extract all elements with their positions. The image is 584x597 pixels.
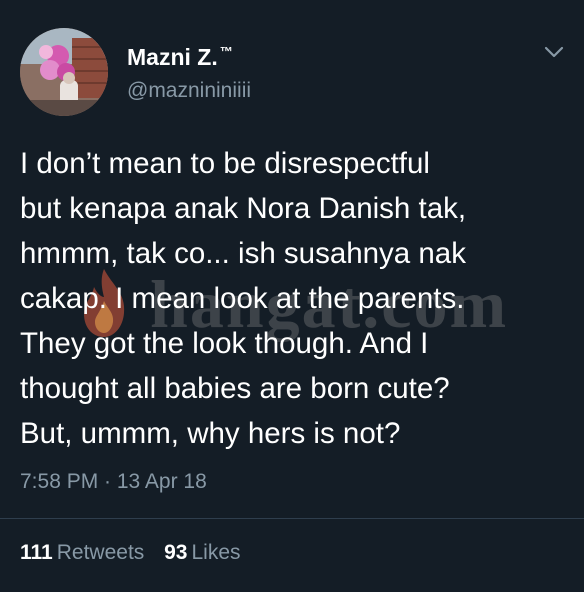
likes-stat[interactable]: 93 Likes [164, 541, 240, 565]
retweets-count: 111 [20, 541, 53, 564]
tweet-text-line: cakap. I mean look at the parents. [20, 282, 465, 315]
tweet-text-line: hmmm, tak co... ish susahnya nak [20, 237, 466, 270]
tweet-text-line: thought all babies are born cute? [20, 372, 450, 405]
retweets-stat[interactable]: 111 Retweets [20, 541, 144, 565]
likes-label: Likes [191, 541, 241, 564]
likes-count: 93 [164, 541, 188, 564]
bottom-edge [0, 592, 584, 597]
tweet-text-line: But, ummm, why hers is not? [20, 417, 401, 450]
tweet-text: I don’t mean to be disrespectful but ken… [20, 141, 580, 456]
trademark-badge: ™ [219, 44, 233, 59]
display-name[interactable]: Mazni Z. ™ [127, 44, 233, 71]
avatar-photo [20, 28, 108, 116]
display-name-text: Mazni Z. [127, 44, 218, 70]
retweets-label: Retweets [56, 541, 145, 564]
tweet-text-line: I don’t mean to be disrespectful [20, 147, 430, 180]
tweet-timestamp[interactable]: 7:58 PM · 13 Apr 18 [20, 470, 207, 494]
tweet-text-line: They got the look though. And I [20, 327, 429, 360]
tweet-card: Mazni Z. ™ @maznininiiii hangat.com I don… [0, 0, 584, 597]
user-handle[interactable]: @maznininiiii [127, 79, 251, 103]
tweet-text-line: but kenapa anak Nora Danish tak, [20, 192, 467, 225]
chevron-down-icon[interactable] [541, 42, 567, 62]
divider [0, 518, 584, 519]
avatar[interactable] [20, 28, 108, 116]
tweet-stats: 111 Retweets 93 Likes [20, 541, 255, 565]
